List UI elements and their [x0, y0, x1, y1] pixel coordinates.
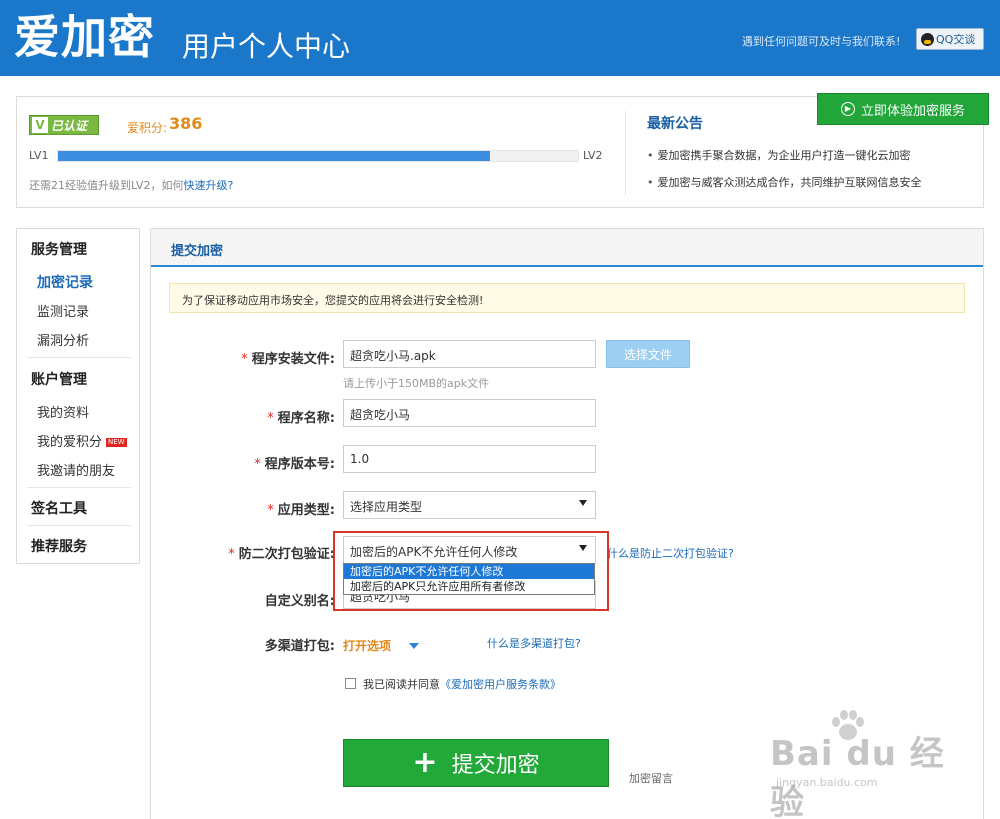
repack-help-link[interactable]: 什么是防止二次打包验证?: [607, 545, 734, 561]
upgrade-link[interactable]: 快速升级?: [183, 179, 233, 192]
watermark-brand: Bai du 经验: [770, 734, 945, 819]
top-header: 爱加密 用户个人中心 遇到任何问题可及时与我们联系! QQ交谈: [0, 0, 1000, 76]
sidebar-item-monitoring-records[interactable]: 监测记录: [37, 301, 89, 320]
version-input[interactable]: 1.0: [343, 445, 596, 473]
file-name-input[interactable]: 超贪吃小马.apk: [343, 340, 596, 368]
try-encryption-label: 立即体验加密服务: [860, 103, 965, 119]
app-type-value: 选择应用类型: [350, 500, 423, 514]
submit-encryption-label: 提交加密: [451, 753, 540, 778]
app-name-input[interactable]: 超贪吃小马: [343, 399, 596, 427]
level-start-label: LV1: [29, 149, 49, 162]
notice-item[interactable]: 爱加密携手聚合数据，为企业用户打造一键化云加密: [647, 147, 911, 163]
app-type-label: * 应用类型:: [267, 503, 335, 518]
sidebar: 服务管理 加密记录 监测记录 漏洞分析 账户管理 我的资料 我的爱积分 NEW 我…: [16, 228, 140, 564]
level-progress-bar: [57, 150, 579, 162]
new-badge: NEW: [106, 438, 127, 447]
submit-encryption-button[interactable]: + 提交加密: [343, 739, 609, 787]
points-value: 386: [169, 114, 203, 133]
try-encryption-button[interactable]: ▶ 立即体验加密服务: [817, 93, 989, 125]
multichannel-help-link[interactable]: 什么是多渠道打包?: [487, 635, 581, 651]
sidebar-divider: [27, 525, 131, 526]
agree-checkbox[interactable]: [345, 678, 356, 689]
panel-header: 提交加密: [151, 229, 983, 267]
encryption-note-link[interactable]: 加密留言: [629, 770, 673, 786]
verified-v-icon: V: [32, 117, 48, 133]
level-end-label: LV2: [583, 149, 603, 162]
agree-text: 我已阅读并同意《爱加密用户服务条款》: [363, 676, 561, 692]
sidebar-divider: [27, 357, 131, 358]
qq-chat-button[interactable]: QQ交谈: [916, 28, 984, 50]
sidebar-item-my-profile[interactable]: 我的资料: [37, 402, 89, 421]
version-label: * 程序版本号:: [254, 457, 335, 472]
repack-label: * 防二次打包验证:: [228, 547, 335, 562]
file-label: * 程序安装文件:: [241, 352, 335, 367]
page-subtitle: 用户个人中心: [182, 30, 351, 63]
upgrade-tip: 还需21经验值升级到LV2，如何快速升级?: [29, 177, 233, 193]
verified-label: 已认证: [51, 118, 88, 133]
level-progress-fill: [58, 151, 490, 161]
qq-chat-label: QQ交谈: [936, 33, 976, 46]
qq-penguin-icon: [921, 32, 934, 46]
baidu-watermark: Bai du 经验 jingyan.baidu.com: [770, 710, 970, 819]
app-name-label: * 程序名称:: [267, 411, 335, 426]
contact-text: 遇到任何问题可及时与我们联系!: [742, 35, 901, 48]
notice-item[interactable]: 爱加密与威客众测达成合作，共同维护互联网信息安全: [647, 174, 922, 190]
sidebar-group-account[interactable]: 账户管理: [31, 369, 87, 389]
alias-label: 自定义别名:: [264, 594, 335, 609]
chevron-down-icon[interactable]: [409, 643, 419, 649]
verified-badge: V 已认证: [29, 115, 99, 135]
logo[interactable]: 爱加密: [14, 12, 155, 62]
sidebar-divider: [27, 487, 131, 488]
profile-panel: V 已认证 爱积分: 386 LV1 LV2 还需21经验值升级到LV2，如何快…: [16, 93, 989, 208]
panel-title: 提交加密: [171, 244, 224, 259]
sidebar-item-invited-friends[interactable]: 我邀请的朋友: [37, 460, 115, 479]
multichannel-label: 多渠道打包:: [264, 639, 335, 654]
dropdown-caret-icon: [579, 500, 587, 506]
security-alert: 为了保证移动应用市场安全，您提交的应用将会进行安全检测!: [169, 283, 965, 313]
highlight-box: [333, 531, 609, 611]
watermark-url: jingyan.baidu.com: [776, 776, 878, 789]
file-hint: 请上传小于150MB的apk文件: [343, 377, 490, 390]
upgrade-tip-text: 还需21经验值升级到LV2，如何: [29, 179, 184, 192]
plus-icon: +: [412, 745, 438, 780]
sidebar-item-encryption-records[interactable]: 加密记录: [37, 272, 93, 292]
sidebar-group-service[interactable]: 服务管理: [31, 239, 87, 259]
sidebar-item-vulnerability-analysis[interactable]: 漏洞分析: [37, 330, 89, 349]
sidebar-item-my-points[interactable]: 我的爱积分 NEW: [37, 431, 127, 450]
panel-divider: [625, 111, 626, 195]
sidebar-group-recommend[interactable]: 推荐服务: [31, 536, 87, 556]
open-options-toggle[interactable]: 打开选项: [343, 637, 391, 654]
arrow-circle-icon: ▶: [840, 102, 855, 116]
app-type-select[interactable]: 选择应用类型: [343, 491, 596, 519]
notice-title: 最新公告: [647, 116, 703, 132]
choose-file-button[interactable]: 选择文件: [606, 340, 690, 368]
agree-label: 我已阅读并同意: [363, 678, 440, 691]
sidebar-item-my-points-label: 我的爱积分: [37, 435, 103, 450]
points-label: 爱积分:: [127, 121, 168, 135]
sidebar-group-sign-tool[interactable]: 签名工具: [31, 498, 87, 518]
terms-link[interactable]: 《爱加密用户服务条款》: [440, 678, 561, 691]
